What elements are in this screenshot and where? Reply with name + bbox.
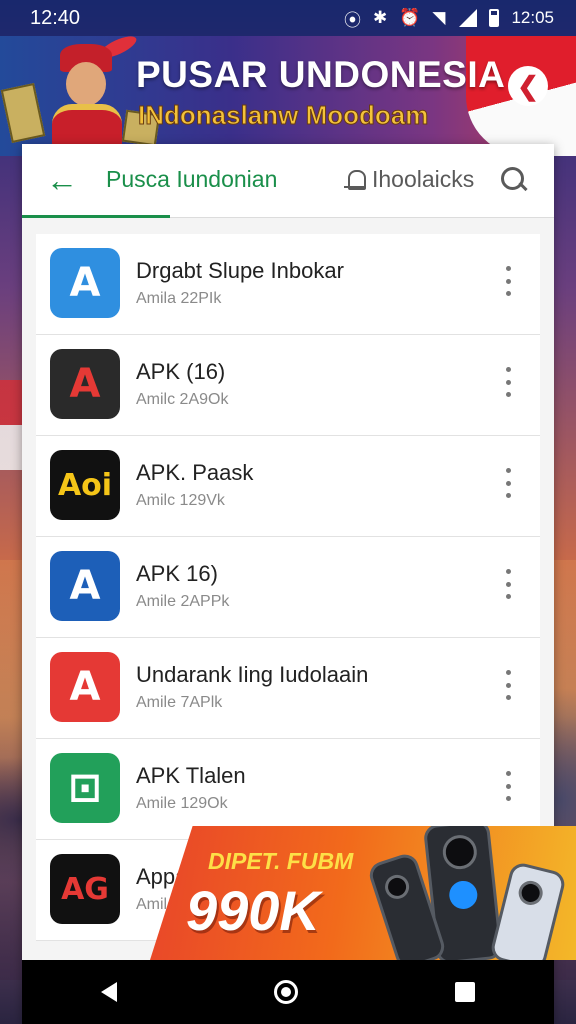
app-meta: Amilc 129Vk bbox=[136, 492, 225, 509]
more-options-icon[interactable] bbox=[500, 569, 516, 599]
ag-logo-icon[interactable]: AG bbox=[50, 854, 120, 924]
tab-active[interactable]: Pusca Iundonian bbox=[106, 166, 277, 193]
nav-recents-icon[interactable] bbox=[455, 982, 476, 1002]
status-bar: 12:40 ⦿ ✱ ⏰ ◥ 12:05 bbox=[0, 0, 576, 36]
list-item[interactable]: A APK 16) Amile 2APPk bbox=[36, 537, 540, 638]
more-options-icon[interactable] bbox=[500, 771, 516, 801]
alarm-icon: ⏰ bbox=[399, 8, 421, 27]
green-box-icon[interactable]: ⊡ bbox=[50, 753, 120, 823]
app-meta: Amile 2APPk bbox=[136, 593, 230, 610]
battery-icon bbox=[489, 9, 500, 27]
bluetooth-icon: ✱ bbox=[372, 8, 388, 27]
system-nav-bar bbox=[22, 960, 554, 1024]
app-name: APK 16) bbox=[136, 561, 218, 586]
toolbar: ← Pusca Iundonian Ihoolaicks bbox=[22, 144, 554, 218]
tricolor-a-icon[interactable]: A bbox=[50, 349, 120, 419]
app-name: APK Tlalen bbox=[136, 763, 246, 788]
blue-a-icon[interactable]: A bbox=[50, 551, 120, 621]
search-icon[interactable] bbox=[500, 166, 528, 194]
app-meta: Amile 7APlk bbox=[136, 694, 223, 711]
red-a-page-icon[interactable]: A bbox=[50, 652, 120, 722]
wifi-icon: ◥ bbox=[432, 8, 446, 27]
more-options-icon[interactable] bbox=[500, 670, 516, 700]
app-name: Undarank Iing Iudolaain bbox=[136, 662, 369, 687]
person-icon bbox=[344, 168, 366, 192]
list-item[interactable]: ⊡ APK Tlalen Amile 129Ok bbox=[36, 739, 540, 840]
app-meta: Amila 22PIk bbox=[136, 290, 222, 307]
banner-subtitle: INdonaslanw Moodoam bbox=[137, 100, 429, 131]
app-store-a-icon[interactable]: A bbox=[50, 248, 120, 318]
list-item[interactable]: A Drgabt Slupe Inbokar Amila 22PIk bbox=[36, 234, 540, 335]
more-options-icon[interactable] bbox=[500, 367, 516, 397]
status-clock: 12:05 bbox=[511, 8, 554, 27]
tab-secondary-label: Ihoolaicks bbox=[372, 166, 475, 192]
background-flag bbox=[0, 380, 24, 470]
app-meta: Amilc 2A9Ok bbox=[136, 391, 229, 408]
app-name: Drgabt Slupe Inbokar bbox=[136, 258, 344, 283]
app-meta: Amile 129Ok bbox=[136, 795, 228, 812]
promo-banner[interactable]: PUSAR UNDONESIA INdonaslanw Moodoam ❮ bbox=[0, 36, 576, 156]
tab-secondary[interactable]: Ihoolaicks bbox=[344, 166, 474, 193]
nav-back-icon[interactable] bbox=[100, 982, 117, 1002]
list-item[interactable]: A Undarank Iing Iudolaain Amile 7APlk bbox=[36, 638, 540, 739]
list-item[interactable]: Aoi APK. Paask Amilc 129Vk bbox=[36, 436, 540, 537]
more-options-icon[interactable] bbox=[500, 468, 516, 498]
more-options-icon[interactable] bbox=[500, 266, 516, 296]
nav-home-icon[interactable] bbox=[273, 980, 298, 1004]
nfc-icon: ⦿ bbox=[343, 10, 361, 30]
status-time: 12:40 bbox=[30, 6, 81, 29]
app-name: APK (16) bbox=[136, 359, 226, 384]
promo-caption: DIPET. FUBM bbox=[208, 848, 354, 874]
list-item[interactable]: A APK (16) Amilc 2A9Ok bbox=[36, 335, 540, 436]
mascot-graphic bbox=[40, 36, 140, 156]
tab-indicator bbox=[22, 215, 170, 218]
status-icons: ⦿ ✱ ⏰ ◥ 12:05 bbox=[344, 6, 554, 31]
back-arrow-icon[interactable]: ← bbox=[46, 164, 78, 196]
promo-amount: 990K bbox=[186, 879, 320, 942]
signal-icon bbox=[457, 9, 478, 27]
banner-title: PUSAR UNDONESIA bbox=[136, 54, 506, 95]
aoi-logo-icon[interactable]: Aoi bbox=[50, 450, 120, 520]
banknote-graphic bbox=[0, 83, 46, 143]
promo-ad[interactable]: DIPET. FUBM 990K bbox=[150, 826, 576, 960]
banner-back-icon[interactable]: ❮ bbox=[508, 66, 548, 106]
phone-graphic-3 bbox=[488, 860, 568, 960]
app-name: APK. Paask bbox=[136, 460, 254, 485]
